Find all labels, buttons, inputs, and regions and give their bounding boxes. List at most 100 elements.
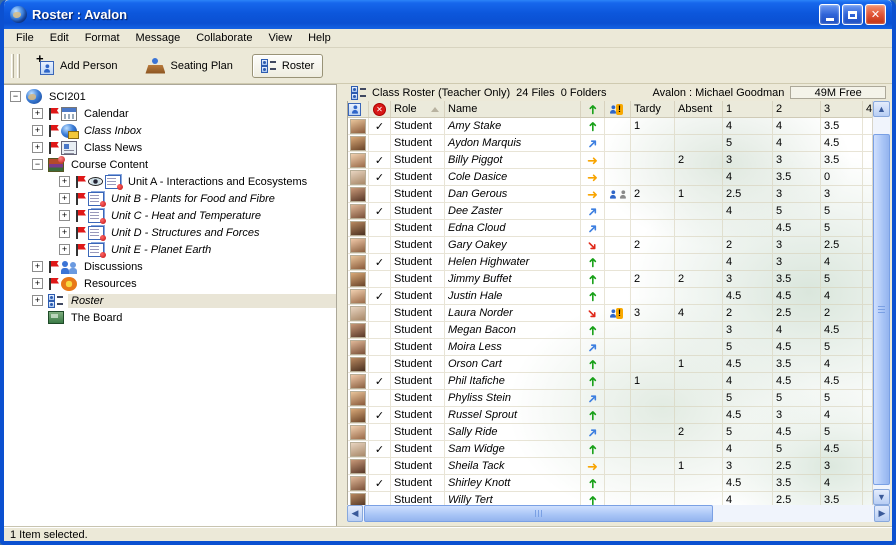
toolbar-grip[interactable] bbox=[11, 54, 14, 78]
cell-checked: ✓ bbox=[369, 407, 391, 423]
column-header-photo[interactable] bbox=[348, 101, 369, 117]
table-row-sam-widge[interactable]: ✓StudentSam Widge➜454.5 bbox=[348, 441, 872, 458]
vertical-scroll-thumb[interactable] bbox=[873, 134, 890, 485]
table-row-dee-zaster[interactable]: ✓StudentDee Zaster➜455 bbox=[348, 203, 872, 220]
table-row-sheila-tack[interactable]: StudentSheila Tack➜132.53 bbox=[348, 458, 872, 475]
scroll-down-button[interactable]: ▼ bbox=[873, 489, 890, 505]
tree-expander[interactable]: + bbox=[32, 108, 43, 119]
tree-item-unit-c-heat-and-temperature[interactable]: +Unit C - Heat and Temperature bbox=[4, 207, 336, 224]
panel-splitter[interactable] bbox=[337, 84, 347, 527]
horizontal-scroll-thumb[interactable] bbox=[364, 505, 713, 522]
scroll-up-button[interactable]: ▲ bbox=[873, 101, 890, 117]
tree-item-discussions[interactable]: +Discussions bbox=[4, 258, 336, 275]
column-header-1[interactable]: 1 bbox=[723, 101, 773, 117]
table-row-helen-highwater[interactable]: ✓StudentHelen Highwater➜434 bbox=[348, 254, 872, 271]
seating-plan-button[interactable]: Seating Plan bbox=[136, 53, 241, 79]
scroll-right-button[interactable]: ▶ bbox=[874, 505, 890, 522]
menu-edit[interactable]: Edit bbox=[42, 30, 77, 46]
table-row-dan-gerous[interactable]: StudentDan Gerous➜212.533 bbox=[348, 186, 872, 203]
tree-expander[interactable]: − bbox=[32, 159, 43, 170]
table-row-amy-stake[interactable]: ✓StudentAmy Stake➜1443.5 bbox=[348, 118, 872, 135]
table-row-sally-ride[interactable]: StudentSally Ride➜254.55 bbox=[348, 424, 872, 441]
horizontal-scrollbar[interactable]: ◀ ▶ bbox=[347, 505, 890, 522]
table-row-orson-cart[interactable]: StudentOrson Cart➜14.53.54 bbox=[348, 356, 872, 373]
tree-expander[interactable]: − bbox=[10, 91, 21, 102]
table-row-edna-cloud[interactable]: StudentEdna Cloud➜4.55 bbox=[348, 220, 872, 237]
tree-item-class-inbox[interactable]: +Class Inbox bbox=[4, 122, 336, 139]
table-row-cole-dasice[interactable]: ✓StudentCole Dasice➜43.50 bbox=[348, 169, 872, 186]
student-photo bbox=[350, 442, 366, 457]
column-header-tardy[interactable]: Tardy bbox=[631, 101, 675, 117]
table-row-moira-less[interactable]: StudentMoira Less➜54.55 bbox=[348, 339, 872, 356]
flag-icon bbox=[75, 227, 86, 239]
maximize-button[interactable] bbox=[842, 4, 863, 25]
tree-expander[interactable]: + bbox=[59, 176, 70, 187]
cell-absent bbox=[675, 203, 723, 219]
tree-item-unit-e-planet-earth[interactable]: +Unit E - Planet Earth bbox=[4, 241, 336, 258]
cell-tardy bbox=[631, 169, 675, 185]
menu-file[interactable]: File bbox=[8, 30, 42, 46]
tree-item-unit-d-structures-and-forces[interactable]: +Unit D - Structures and Forces bbox=[4, 224, 336, 241]
tree-item-sci201[interactable]: −SCI201 bbox=[4, 88, 336, 105]
table-row-megan-bacon[interactable]: StudentMegan Bacon➜344.5 bbox=[348, 322, 872, 339]
cell-checked bbox=[369, 305, 391, 321]
scroll-left-button[interactable]: ◀ bbox=[347, 505, 363, 522]
table-row-jimmy-buffet[interactable]: StudentJimmy Buffet➜2233.55 bbox=[348, 271, 872, 288]
column-header-2[interactable]: 2 bbox=[773, 101, 821, 117]
tree-item-roster[interactable]: +Roster bbox=[4, 292, 336, 309]
roster-button[interactable]: Roster bbox=[252, 54, 323, 78]
column-header-absent[interactable]: Absent bbox=[675, 101, 723, 117]
cell-absent: 2 bbox=[675, 271, 723, 287]
tree-item-course-content[interactable]: −Course Content bbox=[4, 156, 336, 173]
cell-absent: 1 bbox=[675, 458, 723, 474]
menu-view[interactable]: View bbox=[260, 30, 300, 46]
student-photo bbox=[350, 119, 366, 134]
tree-expander[interactable]: + bbox=[59, 210, 70, 221]
column-header-role[interactable]: Role bbox=[391, 101, 445, 117]
tree-expander[interactable]: + bbox=[32, 125, 43, 136]
tree-item-unit-b-plants-for-food-and-fibre[interactable]: +Unit B - Plants for Food and Fibre bbox=[4, 190, 336, 207]
vertical-scrollbar[interactable]: ▲ ▼ bbox=[872, 101, 890, 505]
column-header-restricted[interactable]: ✕ bbox=[369, 101, 391, 117]
table-row-willy-tert[interactable]: StudentWilly Tert➜42.53.5 bbox=[348, 492, 872, 505]
tree-expander[interactable]: + bbox=[32, 261, 43, 272]
table-row-aydon-marquis[interactable]: StudentAydon Marquis➜544.5 bbox=[348, 135, 872, 152]
tree-item-resources[interactable]: +Resources bbox=[4, 275, 336, 292]
column-header-trend[interactable]: ➜ bbox=[581, 101, 605, 117]
toolbar-grip[interactable] bbox=[17, 54, 20, 78]
tree-expander[interactable]: + bbox=[59, 227, 70, 238]
close-button[interactable]: ✕ bbox=[865, 4, 886, 25]
tree-expander[interactable]: + bbox=[32, 295, 43, 306]
table-row-billy-piggot[interactable]: ✓StudentBilly Piggot➜2333.5 bbox=[348, 152, 872, 169]
tree-item-unit-a-interactions-and-ecosystems[interactable]: +Unit A - Interactions and Ecosystems bbox=[4, 173, 336, 190]
tree-expander[interactable]: + bbox=[59, 244, 70, 255]
column-header-4[interactable]: 4 bbox=[863, 101, 872, 117]
cell-absent bbox=[675, 220, 723, 236]
tree-expander[interactable]: + bbox=[32, 278, 43, 289]
cell-checked bbox=[369, 271, 391, 287]
column-header-3[interactable]: 3 bbox=[821, 101, 863, 117]
table-row-justin-hale[interactable]: ✓StudentJustin Hale➜4.54.54 bbox=[348, 288, 872, 305]
table-row-phil-itafiche[interactable]: ✓StudentPhil Itafiche➜144.54.5 bbox=[348, 373, 872, 390]
menu-format[interactable]: Format bbox=[77, 30, 128, 46]
tree-item-class-news[interactable]: +Class News bbox=[4, 139, 336, 156]
minimize-button[interactable] bbox=[819, 4, 840, 25]
column-header-alert[interactable]: ! bbox=[605, 101, 631, 117]
cell-grade-2: 4 bbox=[773, 322, 821, 338]
column-header-name[interactable]: Name bbox=[445, 101, 581, 117]
table-row-russel-sprout[interactable]: ✓StudentRussel Sprout➜4.534 bbox=[348, 407, 872, 424]
menu-help[interactable]: Help bbox=[300, 30, 339, 46]
tree-expander[interactable]: + bbox=[59, 193, 70, 204]
tree-expander[interactable]: + bbox=[32, 142, 43, 153]
cell-grade-1: 2 bbox=[723, 237, 773, 253]
add-person-button[interactable]: Add Person bbox=[28, 52, 126, 80]
table-row-laura-norder[interactable]: StudentLaura Norder➜!3422.52 bbox=[348, 305, 872, 322]
table-row-gary-oakey[interactable]: StudentGary Oakey➜2232.5 bbox=[348, 237, 872, 254]
tree-item-the-board[interactable]: The Board bbox=[4, 309, 336, 326]
cell-checked: ✓ bbox=[369, 475, 391, 491]
tree-item-calendar[interactable]: +Calendar bbox=[4, 105, 336, 122]
table-row-phyliss-stein[interactable]: StudentPhyliss Stein➜555 bbox=[348, 390, 872, 407]
table-row-shirley-knott[interactable]: ✓StudentShirley Knott➜4.53.54 bbox=[348, 475, 872, 492]
menu-message[interactable]: Message bbox=[128, 30, 189, 46]
menu-collaborate[interactable]: Collaborate bbox=[188, 30, 260, 46]
